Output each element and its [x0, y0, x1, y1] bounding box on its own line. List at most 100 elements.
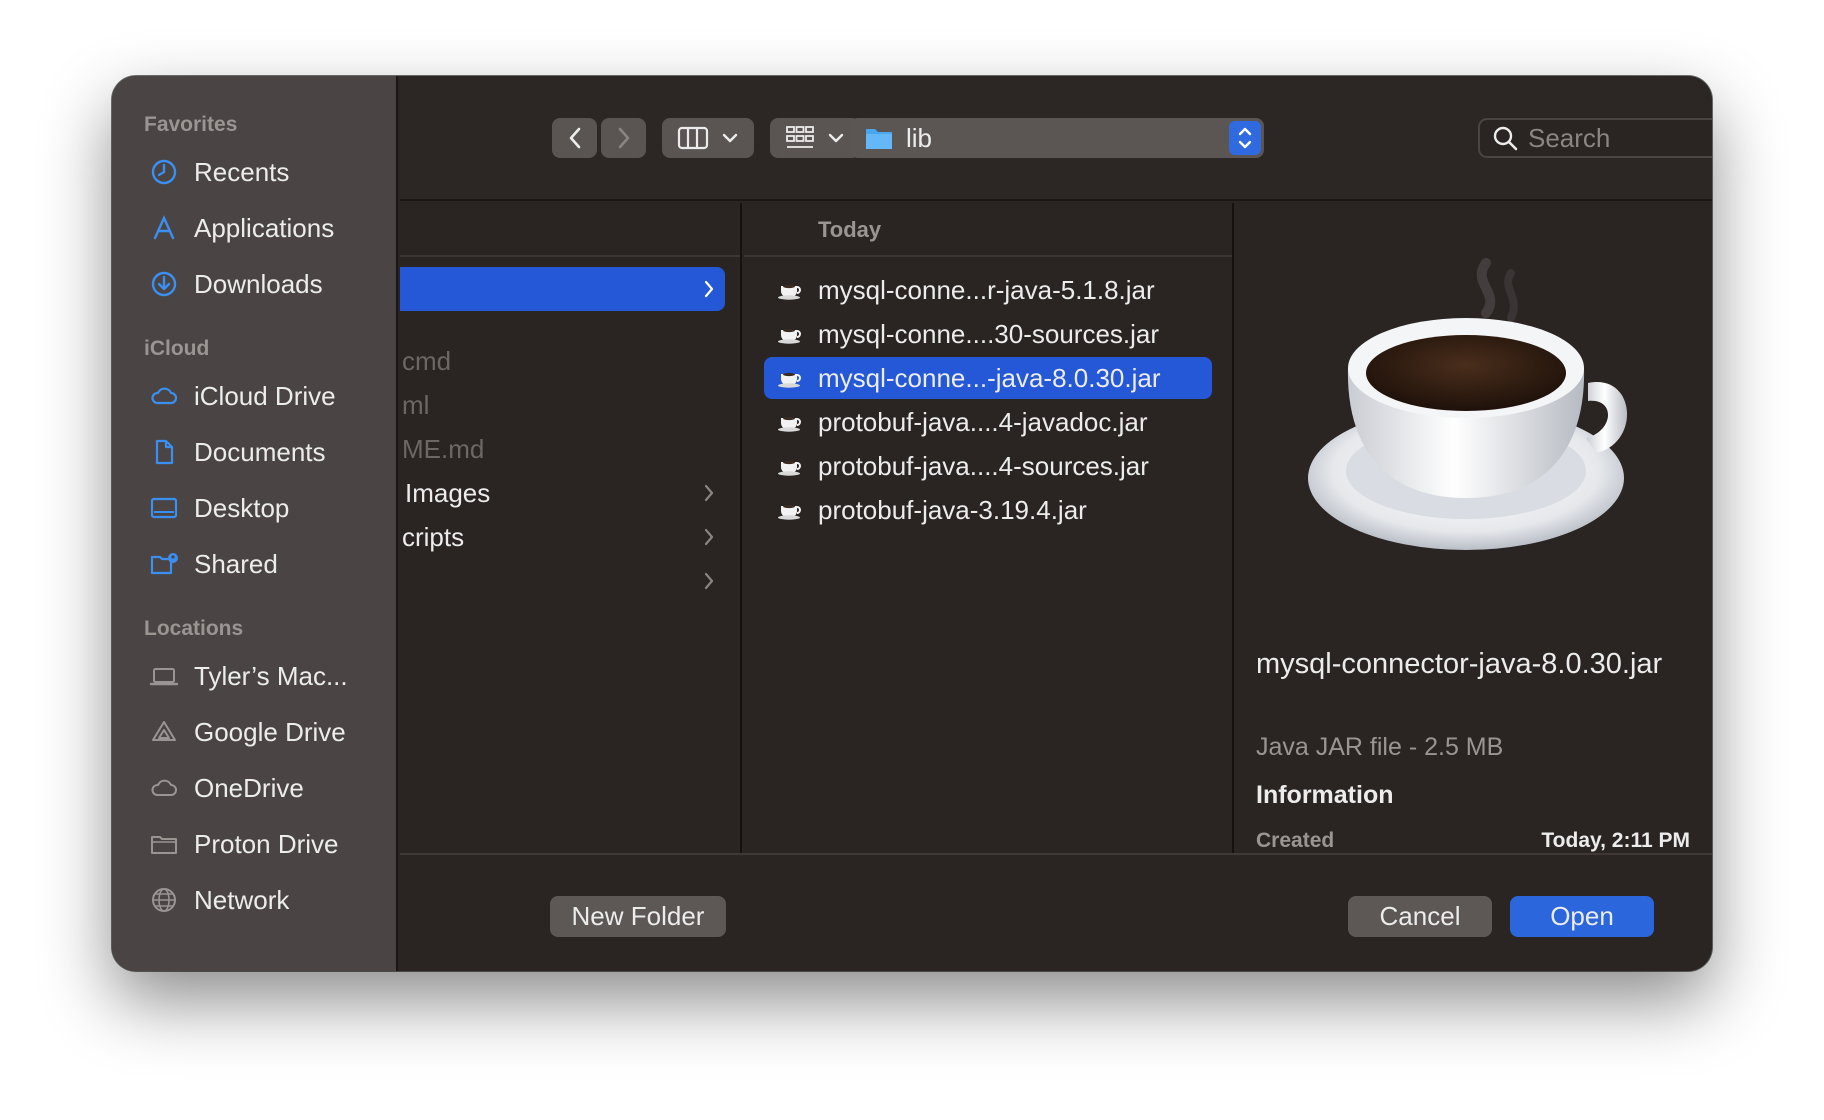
applications-icon: [148, 212, 180, 244]
forward-button[interactable]: [601, 118, 646, 158]
cloud-icon: [148, 380, 180, 412]
file-list-column: Today mysql-conne...r-java-5.1.8.jar mys…: [744, 203, 1234, 853]
jar-file-icon: [778, 456, 806, 476]
chevron-right-icon: [618, 127, 629, 149]
sidebar-item-label: Network: [194, 884, 290, 915]
sidebar-item-label: OneDrive: [194, 772, 304, 803]
location-name: lib: [906, 122, 933, 153]
jar-file-icon: [778, 280, 806, 300]
sidebar-item-icloud-drive[interactable]: iCloud Drive: [112, 368, 396, 424]
preview-pane: mysql-connector-java-8.0.30.jar Java JAR…: [1236, 203, 1712, 853]
shared-folder-icon: [148, 548, 180, 580]
document-icon: [148, 436, 180, 468]
list-item[interactable]: cmd: [400, 339, 725, 383]
list-item[interactable]: cripts: [400, 515, 725, 559]
chevron-right-icon: [704, 280, 714, 298]
open-file-dialog: Favorites Recents Applications Downloads…: [112, 76, 1712, 971]
sidebar-item-label: Desktop: [194, 492, 290, 523]
sidebar-item-label: Proton Drive: [194, 828, 339, 859]
file-row[interactable]: mysql-conne...r-java-5.1.8.jar: [764, 269, 1212, 311]
globe-icon: [148, 884, 180, 916]
jar-file-icon: [778, 324, 806, 344]
created-label: Created: [1256, 829, 1335, 852]
sidebar-item-network[interactable]: Network: [112, 872, 396, 928]
sidebar-item-label: iCloud Drive: [194, 380, 336, 411]
list-item[interactable]: [400, 267, 725, 311]
jar-file-icon: [778, 412, 806, 432]
new-folder-button[interactable]: New Folder: [550, 896, 726, 937]
sidebar-item-label: Tyler’s Mac...: [194, 660, 348, 691]
open-button[interactable]: Open: [1510, 896, 1654, 937]
location-popup[interactable]: lib: [850, 118, 1264, 158]
sidebar-section-locations: Locations: [144, 617, 244, 640]
preview-file-kind: Java JAR file - 2.5 MB: [1256, 733, 1504, 761]
laptop-icon: [148, 660, 180, 692]
sidebar-section-icloud: iCloud: [144, 337, 210, 360]
google-drive-icon: [148, 716, 180, 748]
file-row[interactable]: protobuf-java....4-sources.jar: [764, 445, 1212, 487]
chevron-right-icon: [704, 572, 714, 590]
sidebar-section-favorites: Favorites: [144, 113, 238, 136]
cancel-button[interactable]: Cancel: [1348, 896, 1492, 937]
sidebar-item-downloads[interactable]: Downloads: [112, 256, 396, 312]
chevron-left-icon: [569, 127, 580, 149]
file-name: mysql-conne....30-sources.jar: [818, 318, 1160, 349]
sidebar-item-label: Documents: [194, 436, 326, 467]
file-row[interactable]: protobuf-java....4-javadoc.jar: [764, 401, 1212, 443]
list-item[interactable]: [400, 559, 725, 603]
sidebar-item-documents[interactable]: Documents: [112, 424, 396, 480]
information-heading: Information: [1256, 781, 1394, 809]
up-down-icon: [1229, 121, 1261, 155]
group-by-button[interactable]: [770, 118, 860, 158]
parent-folder-column: cmd ml ME.md Images cripts: [400, 203, 742, 853]
file-name: mysql-conne...r-java-5.1.8.jar: [818, 274, 1155, 305]
list-item[interactable]: ml: [400, 383, 725, 427]
chevron-down-icon: [722, 133, 738, 143]
toolbar: lib: [400, 76, 1712, 201]
list-item[interactable]: ME.md: [400, 427, 725, 471]
download-icon: [148, 268, 180, 300]
sidebar-item-shared[interactable]: Shared: [112, 536, 396, 592]
file-row-selected[interactable]: mysql-conne...-java-8.0.30.jar: [764, 357, 1212, 399]
file-name: protobuf-java....4-javadoc.jar: [818, 406, 1148, 437]
chevron-right-icon: [704, 528, 714, 546]
file-name: protobuf-java-3.19.4.jar: [818, 494, 1087, 525]
sidebar-item-label: Google Drive: [194, 716, 346, 747]
sidebar-item-onedrive[interactable]: OneDrive: [112, 760, 396, 816]
chevron-right-icon: [704, 484, 714, 502]
sidebar-item-label: Applications: [194, 212, 335, 243]
search-icon: [1493, 126, 1518, 151]
dialog-footer: New Folder Cancel Open: [400, 853, 1712, 971]
folder-icon: [866, 129, 892, 149]
jar-file-icon: [778, 368, 806, 388]
sidebar-item-this-mac[interactable]: Tyler’s Mac...: [112, 648, 396, 704]
sidebar-item-applications[interactable]: Applications: [112, 200, 396, 256]
preview-file-name: mysql-connector-java-8.0.30.jar: [1256, 648, 1663, 680]
clock-icon: [148, 156, 180, 188]
sidebar-item-desktop[interactable]: Desktop: [112, 480, 396, 536]
sidebar-item-label: Recents: [194, 156, 290, 187]
grid-icon: [786, 126, 814, 148]
columns-view-icon: [677, 126, 709, 150]
list-item[interactable]: Images: [400, 471, 725, 515]
sidebar-item-proton-drive[interactable]: Proton Drive: [112, 816, 396, 872]
sidebar: Favorites Recents Applications Downloads…: [112, 76, 398, 971]
sidebar-item-recents[interactable]: Recents: [112, 144, 396, 200]
sidebar-item-label: Shared: [194, 548, 278, 579]
back-button[interactable]: [552, 118, 597, 158]
java-coffee-cup-icon: [1308, 258, 1628, 550]
file-name: protobuf-java....4-sources.jar: [818, 450, 1149, 481]
group-header: Today: [744, 203, 1232, 257]
view-mode-button[interactable]: [662, 118, 754, 158]
search-field[interactable]: [1478, 118, 1712, 158]
file-name: mysql-conne...-java-8.0.30.jar: [818, 362, 1161, 393]
file-row[interactable]: mysql-conne....30-sources.jar: [764, 313, 1212, 355]
folder-icon: [148, 828, 180, 860]
sidebar-item-google-drive[interactable]: Google Drive: [112, 704, 396, 760]
created-value: Today, 2:11 PM: [1541, 829, 1690, 852]
cloud-icon: [148, 772, 180, 804]
chevron-down-icon: [828, 133, 844, 143]
file-row[interactable]: protobuf-java-3.19.4.jar: [764, 489, 1212, 531]
sidebar-item-label: Downloads: [194, 268, 323, 299]
search-input[interactable]: [1528, 122, 1712, 154]
